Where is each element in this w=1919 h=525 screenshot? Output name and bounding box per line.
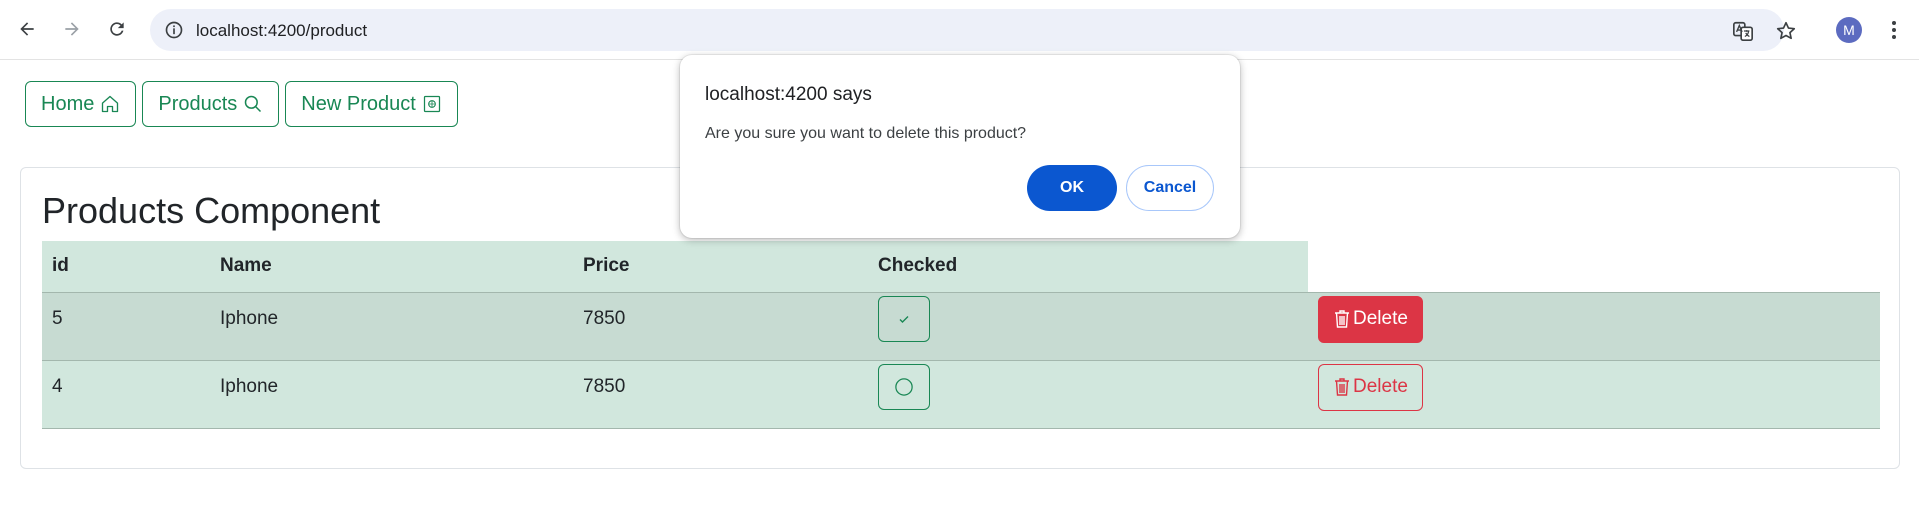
kebab-menu-icon[interactable]	[1882, 17, 1906, 43]
cell-checked	[868, 292, 1308, 361]
back-arrow-icon	[20, 22, 34, 36]
trash-icon	[1335, 310, 1349, 328]
cell-id: 4	[42, 360, 210, 429]
check-icon	[899, 315, 909, 323]
house-icon	[102, 95, 119, 113]
translate-icon[interactable]	[1732, 20, 1754, 42]
bookmark-star-icon[interactable]	[1775, 20, 1797, 42]
forward-button[interactable]	[57, 14, 87, 44]
column-header-id: id	[42, 241, 210, 293]
cell-name: Iphone	[210, 292, 573, 361]
ok-button[interactable]: OK	[1027, 165, 1117, 211]
delete-label: Delete	[1353, 308, 1408, 329]
site-info-icon[interactable]	[164, 20, 184, 40]
cell-price: 7850	[573, 360, 868, 429]
products-label: Products	[158, 92, 238, 115]
delete-label: Delete	[1353, 376, 1408, 397]
dialog-message: Are you sure you want to delete this pro…	[705, 125, 1027, 142]
confirm-dialog: localhost:4200 says Are you sure you wan…	[680, 55, 1240, 238]
cell-name: Iphone	[210, 360, 573, 429]
profile-avatar[interactable]: M	[1836, 17, 1862, 43]
new-product-label: New Product	[301, 92, 416, 115]
reload-button[interactable]	[102, 14, 132, 44]
safe-icon	[423, 95, 440, 113]
table-header-row: id Name Price Checked	[42, 241, 1880, 293]
delete-button[interactable]: Delete	[1318, 363, 1423, 411]
browser-toolbar: localhost:4200/product M	[0, 0, 1919, 60]
avatar-letter: M	[1843, 22, 1855, 38]
address-bar[interactable]: localhost:4200/product	[150, 9, 1796, 51]
app-nav-bar: Home Products New Product	[25, 81, 458, 127]
forward-arrow-icon	[65, 22, 79, 36]
column-header-checked: Checked	[868, 241, 1308, 293]
home-button[interactable]: Home	[25, 81, 137, 127]
cell-actions: Delete	[1308, 292, 1880, 361]
column-header-price: Price	[573, 241, 868, 293]
table-row: 5 Iphone 7850 Delete	[42, 292, 1880, 361]
cancel-button[interactable]: Cancel	[1126, 165, 1214, 211]
trash-icon	[1335, 378, 1349, 396]
check-toggle-button[interactable]	[878, 363, 930, 410]
dialog-title: localhost:4200 says	[705, 84, 872, 105]
search-icon	[245, 95, 262, 113]
products-table: id Name Price Checked 5 Iphone 7850 Dele…	[42, 241, 1880, 429]
url-text: localhost:4200/product	[196, 21, 368, 40]
cell-price: 7850	[573, 292, 868, 361]
reload-icon	[110, 22, 124, 36]
products-button[interactable]: Products	[142, 81, 280, 127]
page-title: Products Component	[42, 190, 381, 231]
delete-button[interactable]: Delete	[1318, 295, 1423, 343]
column-header-name: Name	[210, 241, 573, 293]
home-label: Home	[41, 92, 95, 115]
cell-checked	[868, 360, 1308, 429]
cell-id: 5	[42, 292, 210, 361]
back-button[interactable]	[12, 14, 42, 44]
column-header-actions	[1308, 241, 1880, 293]
table-row: 4 Iphone 7850 Delete	[42, 360, 1880, 429]
circle-icon	[895, 377, 913, 396]
check-toggle-button[interactable]	[878, 295, 930, 342]
new-product-button[interactable]: New Product	[285, 81, 458, 127]
cell-actions: Delete	[1308, 360, 1880, 429]
